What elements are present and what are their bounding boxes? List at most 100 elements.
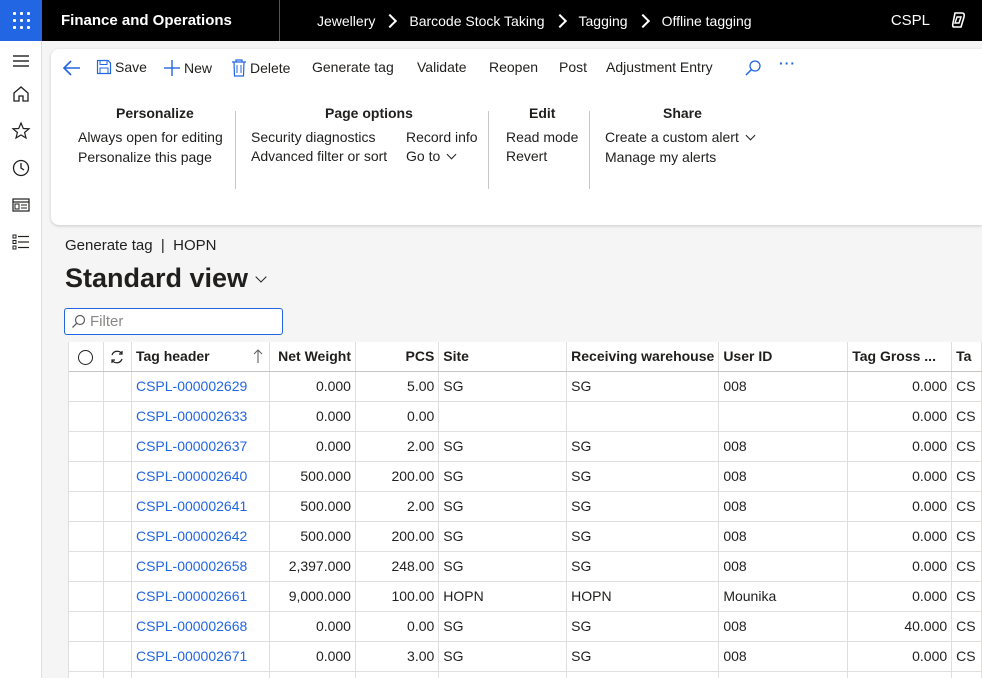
modules-list-icon[interactable] — [11, 232, 31, 252]
cell-ta: CS — [951, 581, 982, 612]
cell-tag-header[interactable]: CSPL-000002642 — [131, 521, 270, 552]
manage-my-alerts-item[interactable]: Manage my alerts — [605, 149, 716, 165]
sort-ascending-icon — [253, 349, 263, 363]
table-row[interactable]: CSPL-000002668 0.000 0.00 SG SG 008 40.000 CS — [69, 611, 982, 642]
row-selector[interactable] — [69, 641, 104, 672]
back-arrow-icon[interactable] — [62, 59, 82, 77]
save-button[interactable]: Save — [96, 59, 147, 75]
cell-tag-header[interactable]: CSPL-000002633 — [131, 401, 270, 432]
column-header-net-weight[interactable]: Net Weight — [269, 342, 356, 372]
action-pane: Save New Delete Generate tag Validate Re… — [51, 49, 982, 225]
cell-tag-header[interactable]: CSPL-000002661 — [131, 581, 270, 612]
row-spacer — [103, 611, 132, 642]
advanced-filter-or-sort-item[interactable]: Advanced filter or sort — [251, 148, 387, 164]
table-row[interactable] — [69, 671, 982, 678]
security-diagnostics-item[interactable]: Security diagnostics — [251, 129, 376, 145]
cell-tag-header[interactable]: CSPL-000002641 — [131, 491, 270, 522]
view-selector[interactable]: Standard view — [65, 263, 267, 294]
row-selector[interactable] — [69, 521, 104, 552]
table-row[interactable]: CSPL-000002642 500.000 200.00 SG SG 008 0.000 C… — [69, 521, 982, 552]
row-spacer — [103, 551, 132, 582]
recent-clock-icon[interactable] — [11, 158, 31, 178]
table-row[interactable]: CSPL-000002658 2,397.000 248.00 SG SG 008 0.00… — [69, 551, 982, 582]
column-header-tag-gross[interactable]: Tag Gross ... — [847, 342, 953, 372]
table-row[interactable]: CSPL-000002629 0.000 5.00 SG SG 008 0.000 CS — [69, 371, 982, 402]
breadcrumb-jewellery[interactable]: Jewellery — [317, 13, 375, 29]
row-selector[interactable] — [69, 371, 104, 402]
cell-tag-header[interactable]: CSPL-000002637 — [131, 431, 270, 462]
cell-tag-header[interactable]: CSPL-000002629 — [131, 371, 270, 402]
column-header-receiving-warehouse[interactable]: Receiving warehouse — [566, 342, 720, 372]
personalize-this-page-item[interactable]: Personalize this page — [78, 149, 212, 165]
company-picker[interactable]: CSPL — [891, 0, 930, 41]
revert-item[interactable]: Revert — [506, 148, 547, 164]
select-all-checkbox[interactable] — [69, 342, 104, 372]
post-button[interactable]: Post — [559, 59, 587, 75]
filter-box[interactable] — [64, 308, 283, 335]
table-row[interactable]: CSPL-000002640 500.000 200.00 SG SG 008 0.000 C… — [69, 461, 982, 492]
filter-input[interactable] — [90, 313, 270, 330]
cell-tag-gross: 40.000 — [847, 611, 953, 642]
cell-receiving-warehouse: HOPN — [566, 581, 720, 612]
favorites-star-icon[interactable] — [11, 121, 31, 141]
page-breadcrumb: Generate tag | HOPN — [65, 237, 217, 254]
row-selector[interactable] — [69, 401, 104, 432]
search-icon[interactable] — [744, 59, 762, 77]
column-header-pcs[interactable]: PCS — [355, 342, 440, 372]
row-selector[interactable] — [69, 431, 104, 462]
row-selector[interactable] — [69, 671, 104, 678]
row-selector[interactable] — [69, 611, 104, 642]
table-row[interactable]: CSPL-000002671 0.000 3.00 SG SG 008 0.000 CS — [69, 641, 982, 672]
row-selector[interactable] — [69, 581, 104, 612]
app-launcher-icon[interactable] — [0, 0, 42, 41]
generate-tag-button[interactable]: Generate tag — [312, 59, 394, 75]
cell-pcs: 0.00 — [355, 611, 440, 642]
record-info-item[interactable]: Record info — [406, 129, 478, 145]
go-to-item[interactable]: Go to — [406, 148, 457, 164]
hamburger-menu-icon[interactable] — [11, 51, 31, 71]
create-custom-alert-item[interactable]: Create a custom alert — [605, 129, 756, 145]
table-row[interactable]: CSPL-000002633 0.000 0.00 0.000 CS — [69, 401, 982, 432]
home-icon[interactable] — [11, 84, 31, 104]
cell-tag-header[interactable]: CSPL-000002671 — [131, 641, 270, 672]
new-button[interactable]: New — [163, 59, 212, 77]
cell-net-weight: 0.000 — [269, 611, 356, 642]
cell-receiving-warehouse: SG — [566, 551, 720, 582]
table-row[interactable]: CSPL-000002641 500.000 2.00 SG SG 008 0.000 CS — [69, 491, 982, 522]
breadcrumb-barcode-stock-taking[interactable]: Barcode Stock Taking — [409, 13, 544, 29]
breadcrumb-offline-tagging[interactable]: Offline tagging — [662, 13, 752, 29]
column-header-tag-header[interactable]: Tag header — [131, 342, 270, 372]
cell-net-weight: 500.000 — [269, 521, 356, 552]
top-bar: Finance and Operations Jewellery Barcode… — [0, 0, 982, 41]
row-selector[interactable] — [69, 461, 104, 492]
copilot-icon[interactable] — [950, 11, 968, 29]
read-mode-item[interactable]: Read mode — [506, 129, 578, 145]
reopen-button[interactable]: Reopen — [489, 59, 538, 75]
cell-tag-header[interactable]: CSPL-000002658 — [131, 551, 270, 582]
column-header-site[interactable]: Site — [438, 342, 568, 372]
app-title[interactable]: Finance and Operations — [42, 0, 280, 41]
cell-tag-header[interactable]: CSPL-000002640 — [131, 461, 270, 492]
cell-user-id: 008 — [718, 551, 849, 582]
breadcrumb-tagging[interactable]: Tagging — [579, 13, 628, 29]
refresh-column[interactable] — [103, 342, 132, 372]
cell-tag-header[interactable] — [131, 671, 270, 678]
table-row[interactable]: CSPL-000002661 9,000.000 100.00 HOPN HOPN Mou… — [69, 581, 982, 612]
delete-button[interactable]: Delete — [231, 59, 290, 77]
table-row[interactable]: CSPL-000002637 0.000 2.00 SG SG 008 0.000 CS — [69, 431, 982, 462]
adjustment-entry-button[interactable]: Adjustment Entry — [606, 59, 713, 75]
cell-pcs: 200.00 — [355, 521, 440, 552]
cell-user-id: 008 — [718, 491, 849, 522]
workspaces-icon[interactable] — [11, 195, 31, 215]
column-header-ta[interactable]: Ta — [951, 342, 982, 372]
tags-grid: Tag header Net Weight PCS Site Receiving… — [68, 342, 982, 678]
chevron-right-icon — [552, 13, 567, 28]
row-selector[interactable] — [69, 491, 104, 522]
row-selector[interactable] — [69, 551, 104, 582]
cell-ta — [951, 671, 982, 678]
always-open-for-editing-item[interactable]: Always open for editing — [78, 129, 223, 145]
validate-button[interactable]: Validate — [417, 59, 467, 75]
column-header-user-id[interactable]: User ID — [718, 342, 849, 372]
more-options-button[interactable]: ··· — [779, 55, 796, 71]
cell-tag-header[interactable]: CSPL-000002668 — [131, 611, 270, 642]
